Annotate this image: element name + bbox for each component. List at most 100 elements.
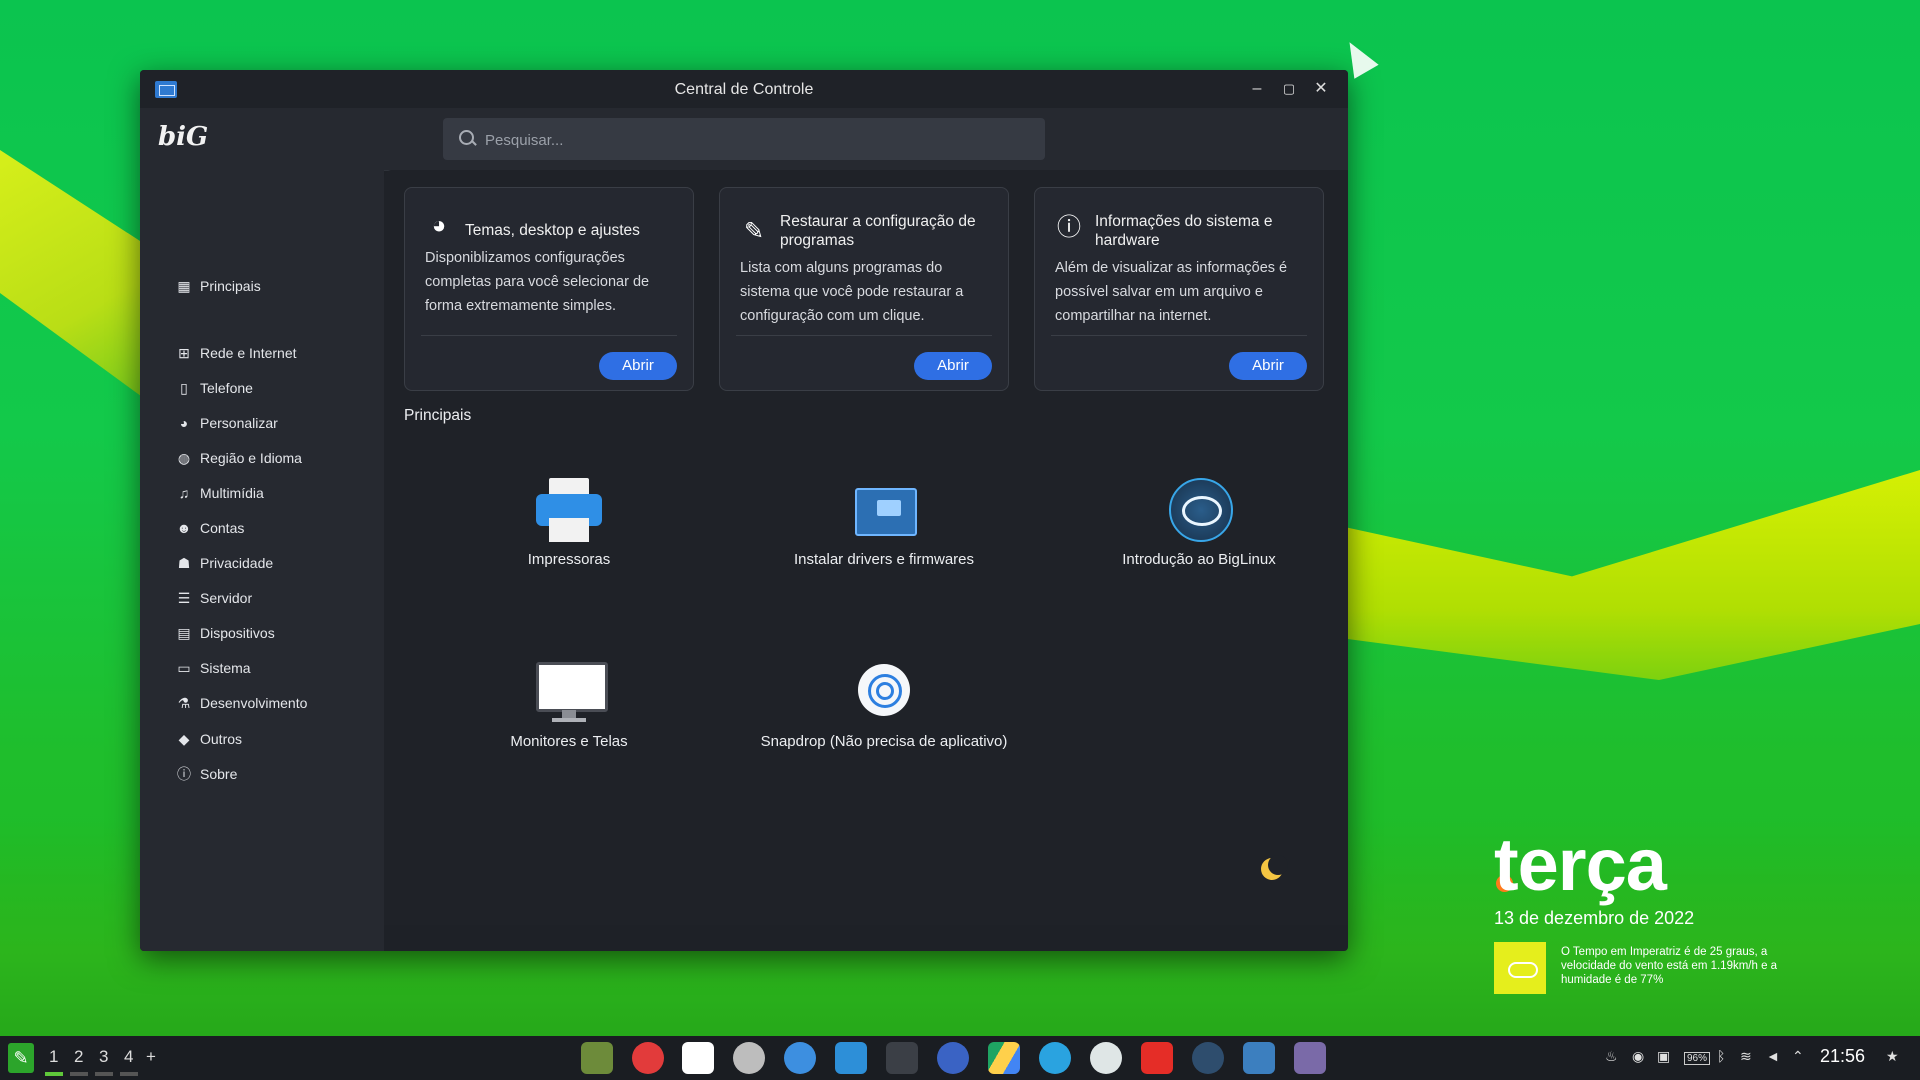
music-icon: ♫ (178, 485, 190, 501)
sidebar-item-regiao[interactable]: ◍ Região e Idioma (176, 446, 302, 470)
hardware-card-icon (849, 478, 919, 544)
workspace-3[interactable]: 3 (99, 1047, 108, 1067)
card-divider (736, 335, 992, 336)
open-informacoes-button[interactable]: Abrir (1229, 352, 1307, 380)
card-description: Lista com alguns programas do sistema qu… (740, 260, 964, 324)
volume-icon[interactable]: ◄ (1766, 1048, 1780, 1064)
widget-day: terça (1494, 823, 1667, 906)
dark-mode-toggle-icon[interactable] (1261, 855, 1288, 880)
open-temas-button[interactable]: Abrir (599, 352, 677, 380)
card-restaurar: ✎ Restaurar a configuração de programas … (719, 187, 1009, 391)
kde-connect-icon[interactable] (784, 1042, 816, 1074)
flask-icon: ⚗ (177, 694, 191, 711)
app-label: Monitores e Telas (510, 733, 628, 750)
sidebar-item-label: Sistema (200, 660, 251, 676)
maximize-button[interactable]: ▢ (1278, 78, 1300, 100)
bluetooth-icon[interactable]: ᛒ (1717, 1048, 1725, 1064)
grid-icon: ▦ (177, 277, 191, 294)
sidebar-item-sistema[interactable]: ▭ Sistema (176, 656, 251, 680)
close-button[interactable]: ✕ (1310, 78, 1332, 100)
sidebar-item-telefone[interactable]: ▯ Telefone (176, 376, 253, 400)
taskbar: ✎ 1 2 3 4 + ♨ ◉ ▣ 96% ᛒ ≋ ◄ ⌃ 21:56 ★ (0, 1036, 1920, 1080)
sidebar-item-principais[interactable]: ▦ Principais (176, 274, 260, 298)
sidebar-item-rede[interactable]: ⊞ Rede e Internet (176, 341, 296, 365)
clock[interactable]: 21:56 (1820, 1046, 1865, 1067)
search-box[interactable] (443, 118, 1045, 162)
sidebar-item-label: Sobre (200, 766, 238, 782)
chevron-up-icon[interactable]: ⌃ (1792, 1048, 1804, 1065)
card-title: Informações do sistema e hardware (1095, 213, 1273, 249)
vivaldi-icon[interactable] (632, 1042, 664, 1074)
phone-icon: ▯ (180, 379, 188, 396)
sidebar-item-dispositivos[interactable]: ▤ Dispositivos (176, 621, 274, 645)
app-monitores[interactable]: Monitores e Telas (439, 660, 699, 751)
open-restaurar-button[interactable]: Abrir (914, 352, 992, 380)
card-title: Temas, desktop e ajustes (465, 222, 640, 239)
palette-icon: ◕ (179, 415, 189, 431)
sidebar-item-label: Personalizar (200, 415, 278, 431)
control-center-icon[interactable] (1243, 1042, 1275, 1074)
user-lock-icon: ☗ (177, 554, 191, 571)
sidebar-item-multimidia[interactable]: ♫ Multimídia (176, 481, 264, 505)
weather-icon (1494, 942, 1546, 994)
wallpaper-yellow-shape (0, 150, 160, 410)
browser-icon[interactable] (937, 1042, 969, 1074)
workspace-indicator (45, 1072, 63, 1076)
network-icon: ⊞ (178, 344, 190, 361)
workspace-1[interactable]: 1 (49, 1047, 58, 1067)
biglinux-logo: biG (158, 122, 209, 152)
card-temas: ◕ Temas, desktop e ajustes Disponiblizam… (404, 187, 694, 391)
workspace-2[interactable]: 2 (74, 1047, 83, 1067)
sidebar-item-label: Privacidade (200, 555, 274, 571)
sidebar-item-sobre[interactable]: ⓘ Sobre (176, 762, 237, 786)
sidebar-item-servidor[interactable]: ☰ Servidor (176, 586, 252, 610)
broom-icon: ✎ (743, 218, 765, 245)
users-icon: ☻ (176, 520, 192, 536)
biglinux-icon[interactable] (1192, 1042, 1224, 1074)
app-label: Impressoras (527, 551, 611, 568)
wifi-icon[interactable]: ≋ (1740, 1048, 1752, 1065)
clipboard-icon[interactable]: ▣ (1657, 1048, 1670, 1065)
sidebar-item-desenvolvimento[interactable]: ⚗ Desenvolvimento (176, 691, 308, 715)
workspace-4[interactable]: 4 (124, 1047, 133, 1067)
section-title: Principais (404, 407, 472, 424)
vscode-icon[interactable] (835, 1042, 867, 1074)
sidebar-item-outros[interactable]: ◆ Outros (176, 727, 242, 751)
info-icon: ⓘ (177, 766, 191, 782)
card-description: Disponiblizamos configurações completas … (425, 250, 650, 314)
widget-weather-text: O Tempo em Imperatriz é de 25 graus, a v… (1561, 946, 1778, 986)
widget-date: 13 de dezembro de 2022 (1494, 908, 1695, 928)
add-workspace-button[interactable]: + (146, 1047, 156, 1067)
settings-icon[interactable] (1090, 1042, 1122, 1074)
app-snapdrop[interactable]: Snapdrop (Não precisa de aplicativo) (754, 660, 1014, 751)
launcher-icon[interactable]: ✎ (8, 1043, 34, 1073)
screenshot-icon[interactable] (1294, 1042, 1326, 1074)
whatsapp-icon[interactable] (733, 1042, 765, 1074)
titlebar[interactable]: Central de Controle – ▢ ✕ (140, 70, 1348, 108)
gem-icon: ◆ (178, 730, 190, 747)
search-icon (459, 130, 474, 145)
sidebar-item-privacidade[interactable]: ☗ Privacidade (176, 551, 273, 575)
star-icon[interactable]: ★ (1886, 1048, 1899, 1065)
battery-icon[interactable]: 96% (1684, 1052, 1711, 1065)
sidebar-item-contas[interactable]: ☻ Contas (176, 516, 245, 540)
app-introducao[interactable]: Introdução ao BigLinux (1069, 478, 1329, 569)
telegram-icon[interactable] (1039, 1042, 1071, 1074)
sidebar-item-label: Região e Idioma (200, 450, 302, 466)
notifications-icon[interactable]: ♨ (1605, 1048, 1618, 1065)
gmail-icon[interactable] (682, 1042, 714, 1074)
youtube-icon[interactable] (1141, 1042, 1173, 1074)
app-label: Snapdrop (Não precisa de aplicativo) (760, 733, 1008, 750)
window-title: Central de Controle (674, 81, 814, 98)
terminal-icon[interactable] (886, 1042, 918, 1074)
sidebar-item-personalizar[interactable]: ◕ Personalizar (176, 411, 278, 435)
app-impressoras[interactable]: Impressoras (439, 478, 699, 569)
search-input[interactable] (483, 118, 1027, 162)
file-manager-icon[interactable] (581, 1042, 613, 1074)
kde-connect-tray-icon[interactable]: ◉ (1632, 1048, 1644, 1065)
google-drive-icon[interactable] (988, 1042, 1020, 1074)
card-description: Além de visualizar as informações é poss… (1055, 260, 1288, 324)
app-drivers[interactable]: Instalar drivers e firmwares (754, 478, 1014, 569)
sidebar-item-label: Multimídia (200, 485, 264, 501)
minimize-button[interactable]: – (1246, 78, 1268, 100)
